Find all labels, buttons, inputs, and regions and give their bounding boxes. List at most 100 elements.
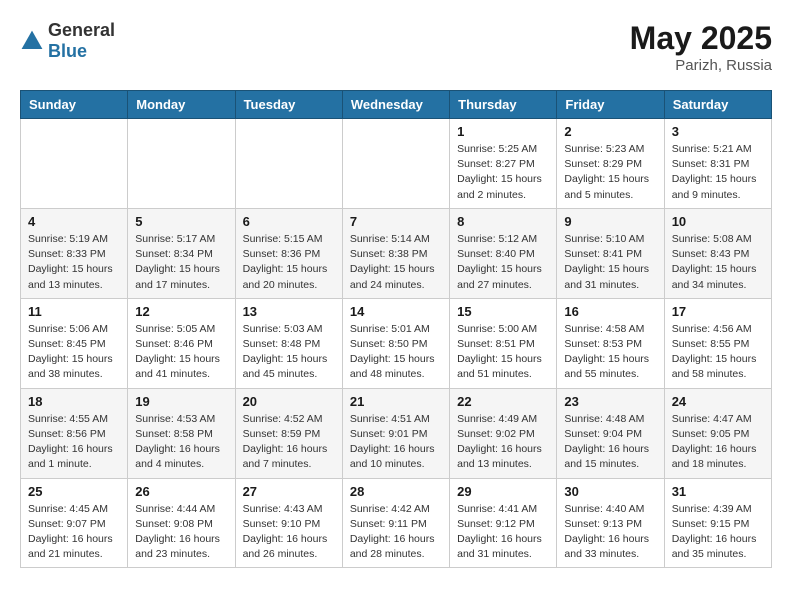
column-header-sunday: Sunday: [21, 91, 128, 119]
day-number: 9: [564, 214, 656, 229]
day-detail: Sunrise: 5:19 AM Sunset: 8:33 PM Dayligh…: [28, 232, 120, 293]
calendar-cell: 14 Sunrise: 5:01 AM Sunset: 8:50 PM Dayli…: [342, 298, 449, 388]
day-number: 3: [672, 124, 764, 139]
calendar-cell: 30 Sunrise: 4:40 AM Sunset: 9:13 PM Dayli…: [557, 478, 664, 568]
day-detail: Sunrise: 4:49 AM Sunset: 9:02 PM Dayligh…: [457, 412, 549, 473]
column-header-monday: Monday: [128, 91, 235, 119]
column-header-thursday: Thursday: [450, 91, 557, 119]
day-number: 6: [243, 214, 335, 229]
column-header-friday: Friday: [557, 91, 664, 119]
day-detail: Sunrise: 5:21 AM Sunset: 8:31 PM Dayligh…: [672, 142, 764, 203]
day-detail: Sunrise: 5:14 AM Sunset: 8:38 PM Dayligh…: [350, 232, 442, 293]
calendar-cell: 24 Sunrise: 4:47 AM Sunset: 9:05 PM Dayli…: [664, 388, 771, 478]
calendar-cell: [342, 119, 449, 209]
calendar-cell: 22 Sunrise: 4:49 AM Sunset: 9:02 PM Dayli…: [450, 388, 557, 478]
day-number: 26: [135, 484, 227, 499]
calendar-cell: 10 Sunrise: 5:08 AM Sunset: 8:43 PM Dayli…: [664, 208, 771, 298]
calendar-cell: 12 Sunrise: 5:05 AM Sunset: 8:46 PM Dayli…: [128, 298, 235, 388]
day-number: 30: [564, 484, 656, 499]
calendar-cell: 27Sunrise: 4:43 AM Sunset: 9:10 PM Dayli…: [235, 478, 342, 568]
calendar-cell: 21 Sunrise: 4:51 AM Sunset: 9:01 PM Dayli…: [342, 388, 449, 478]
calendar-body: 1Sunrise: 5:25 AM Sunset: 8:27 PM Daylig…: [21, 119, 772, 568]
calendar-week-row: 18Sunrise: 4:55 AM Sunset: 8:56 PM Dayli…: [21, 388, 772, 478]
calendar-week-row: 11 Sunrise: 5:06 AM Sunset: 8:45 PM Dayli…: [21, 298, 772, 388]
day-detail: Sunrise: 4:42 AM Sunset: 9:11 PM Dayligh…: [350, 502, 442, 563]
page-header: General Blue May 2025 Parizh, Russia: [20, 20, 772, 74]
calendar-cell: 3 Sunrise: 5:21 AM Sunset: 8:31 PM Daylig…: [664, 119, 771, 209]
calendar-cell: 2 Sunrise: 5:23 AM Sunset: 8:29 PM Daylig…: [557, 119, 664, 209]
day-detail: Sunrise: 4:47 AM Sunset: 9:05 PM Dayligh…: [672, 412, 764, 473]
calendar-table: SundayMondayTuesdayWednesdayThursdayFrid…: [20, 90, 772, 568]
calendar-cell: 17Sunrise: 4:56 AM Sunset: 8:55 PM Dayli…: [664, 298, 771, 388]
day-number: 12: [135, 304, 227, 319]
day-number: 2: [564, 124, 656, 139]
day-detail: Sunrise: 5:03 AM Sunset: 8:48 PM Dayligh…: [243, 322, 335, 383]
day-detail: Sunrise: 4:43 AM Sunset: 9:10 PM Dayligh…: [243, 502, 335, 563]
day-detail: Sunrise: 4:44 AM Sunset: 9:08 PM Dayligh…: [135, 502, 227, 563]
day-number: 19: [135, 394, 227, 409]
calendar-cell: [235, 119, 342, 209]
calendar-cell: 19 Sunrise: 4:53 AM Sunset: 8:58 PM Dayli…: [128, 388, 235, 478]
day-number: 13: [243, 304, 335, 319]
calendar-cell: 9 Sunrise: 5:10 AM Sunset: 8:41 PM Daylig…: [557, 208, 664, 298]
day-detail: Sunrise: 5:10 AM Sunset: 8:41 PM Dayligh…: [564, 232, 656, 293]
calendar-cell: 18Sunrise: 4:55 AM Sunset: 8:56 PM Dayli…: [21, 388, 128, 478]
logo-general: General: [48, 20, 115, 40]
day-number: 22: [457, 394, 549, 409]
day-detail: Sunrise: 5:23 AM Sunset: 8:29 PM Dayligh…: [564, 142, 656, 203]
day-number: 28: [350, 484, 442, 499]
day-detail: Sunrise: 5:05 AM Sunset: 8:46 PM Dayligh…: [135, 322, 227, 383]
day-detail: Sunrise: 4:39 AM Sunset: 9:15 PM Dayligh…: [672, 502, 764, 563]
day-detail: Sunrise: 5:17 AM Sunset: 8:34 PM Dayligh…: [135, 232, 227, 293]
day-detail: Sunrise: 5:01 AM Sunset: 8:50 PM Dayligh…: [350, 322, 442, 383]
calendar-cell: 26 Sunrise: 4:44 AM Sunset: 9:08 PM Dayli…: [128, 478, 235, 568]
day-detail: Sunrise: 5:00 AM Sunset: 8:51 PM Dayligh…: [457, 322, 549, 383]
calendar-title-block: May 2025 Parizh, Russia: [630, 20, 772, 74]
day-detail: Sunrise: 4:52 AM Sunset: 8:59 PM Dayligh…: [243, 412, 335, 473]
day-detail: Sunrise: 4:51 AM Sunset: 9:01 PM Dayligh…: [350, 412, 442, 473]
calendar-cell: [21, 119, 128, 209]
day-number: 23: [564, 394, 656, 409]
day-detail: Sunrise: 4:48 AM Sunset: 9:04 PM Dayligh…: [564, 412, 656, 473]
day-number: 24: [672, 394, 764, 409]
day-detail: Sunrise: 4:55 AM Sunset: 8:56 PM Dayligh…: [28, 412, 120, 473]
calendar-week-row: 1Sunrise: 5:25 AM Sunset: 8:27 PM Daylig…: [21, 119, 772, 209]
day-detail: Sunrise: 4:53 AM Sunset: 8:58 PM Dayligh…: [135, 412, 227, 473]
calendar-cell: 4 Sunrise: 5:19 AM Sunset: 8:33 PM Daylig…: [21, 208, 128, 298]
calendar-cell: 15 Sunrise: 5:00 AM Sunset: 8:51 PM Dayli…: [450, 298, 557, 388]
day-detail: Sunrise: 5:15 AM Sunset: 8:36 PM Dayligh…: [243, 232, 335, 293]
calendar-cell: 8Sunrise: 5:12 AM Sunset: 8:40 PM Daylig…: [450, 208, 557, 298]
calendar-cell: 20 Sunrise: 4:52 AM Sunset: 8:59 PM Dayli…: [235, 388, 342, 478]
day-number: 20: [243, 394, 335, 409]
calendar-cell: 13 Sunrise: 5:03 AM Sunset: 8:48 PM Dayli…: [235, 298, 342, 388]
day-number: 1: [457, 124, 549, 139]
day-number: 15: [457, 304, 549, 319]
day-detail: Sunrise: 4:45 AM Sunset: 9:07 PM Dayligh…: [28, 502, 120, 563]
day-number: 11: [28, 304, 120, 319]
day-number: 10: [672, 214, 764, 229]
calendar-cell: 16Sunrise: 4:58 AM Sunset: 8:53 PM Dayli…: [557, 298, 664, 388]
day-detail: Sunrise: 5:06 AM Sunset: 8:45 PM Dayligh…: [28, 322, 120, 383]
calendar-header-row: SundayMondayTuesdayWednesdayThursdayFrid…: [21, 91, 772, 119]
generalblue-logo-icon: [20, 29, 44, 53]
calendar-cell: 11 Sunrise: 5:06 AM Sunset: 8:45 PM Dayli…: [21, 298, 128, 388]
calendar-cell: 1Sunrise: 5:25 AM Sunset: 8:27 PM Daylig…: [450, 119, 557, 209]
day-number: 5: [135, 214, 227, 229]
day-number: 17: [672, 304, 764, 319]
calendar-cell: 6 Sunrise: 5:15 AM Sunset: 8:36 PM Daylig…: [235, 208, 342, 298]
column-header-saturday: Saturday: [664, 91, 771, 119]
calendar-header: SundayMondayTuesdayWednesdayThursdayFrid…: [21, 91, 772, 119]
day-number: 16: [564, 304, 656, 319]
day-detail: Sunrise: 5:08 AM Sunset: 8:43 PM Dayligh…: [672, 232, 764, 293]
day-number: 4: [28, 214, 120, 229]
logo-blue: Blue: [48, 41, 87, 61]
day-number: 14: [350, 304, 442, 319]
day-detail: Sunrise: 4:41 AM Sunset: 9:12 PM Dayligh…: [457, 502, 549, 563]
logo: General Blue: [20, 20, 115, 62]
day-detail: Sunrise: 4:40 AM Sunset: 9:13 PM Dayligh…: [564, 502, 656, 563]
column-header-wednesday: Wednesday: [342, 91, 449, 119]
day-number: 31: [672, 484, 764, 499]
logo-text: General Blue: [48, 20, 115, 62]
day-number: 21: [350, 394, 442, 409]
day-number: 8: [457, 214, 549, 229]
